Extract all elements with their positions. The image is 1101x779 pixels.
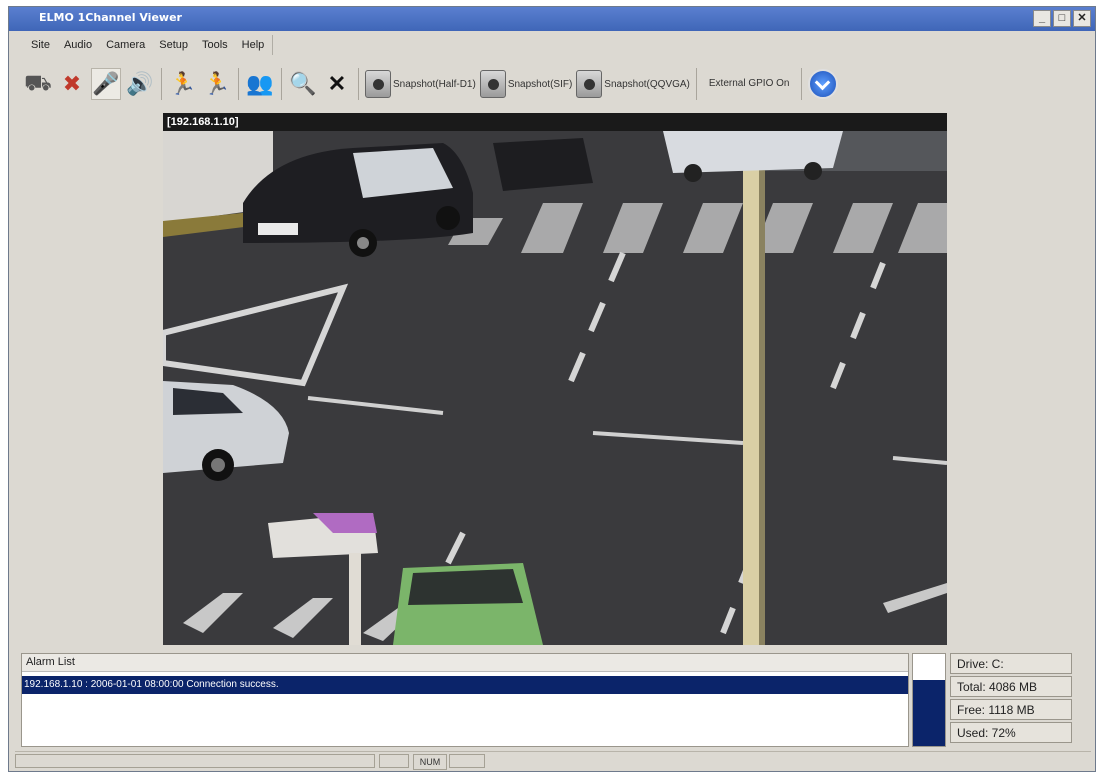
speaker-button[interactable]: 🔊 <box>125 68 155 100</box>
toolbar-separator <box>801 68 803 100</box>
camera-feed <box>163 113 947 645</box>
alarm-list-item[interactable]: 192.168.1.10 : 2006-01-01 08:00:00 Conne… <box>22 676 908 694</box>
magnifier-icon: 🔍 <box>289 71 317 96</box>
disconnect-icon: ✖ <box>62 71 82 96</box>
motion-detect-off-button[interactable]: 🏃 <box>202 68 232 100</box>
snapshot-half-d1-button[interactable]: Snapshot(Half-D1) <box>365 68 476 100</box>
connect-site-button[interactable]: ⛟ <box>23 68 53 100</box>
disconnect-site-button[interactable]: ✖ <box>57 68 87 100</box>
speaker-icon: 🔊 <box>126 71 154 96</box>
drive-free: Free: 1118 MB <box>950 699 1072 720</box>
menu-setup[interactable]: Setup <box>159 35 188 55</box>
status-bar: NUM <box>15 751 1091 770</box>
microphone-icon: 🎤 <box>92 71 120 96</box>
num-lock-indicator: NUM <box>413 754 447 770</box>
disk-usage-meter <box>912 653 946 747</box>
menu-camera[interactable]: Camera <box>106 35 145 55</box>
running-person-icon: 🏃 <box>169 71 197 96</box>
drive-info: Drive: C: Total: 4086 MB Free: 1118 MB U… <box>950 653 1072 743</box>
connect-icon: ⛟ <box>24 69 52 95</box>
menu-help[interactable]: Help <box>242 35 265 55</box>
status-segment <box>15 754 375 768</box>
snapshot-label: Snapshot(QQVGA) <box>604 78 690 90</box>
toolbar-separator <box>238 68 239 100</box>
snapshot-qqvga-button[interactable]: Snapshot(QQVGA) <box>576 68 690 100</box>
drive-used: Used: 72% <box>950 722 1072 743</box>
window-title: ELMO 1Channel Viewer <box>39 11 182 24</box>
expand-arrows-icon: ✕ <box>327 71 347 96</box>
snapshot-sif-button[interactable]: Snapshot(SIF) <box>479 68 573 100</box>
motion-detect-button[interactable]: 🏃 <box>168 68 198 100</box>
restore-button[interactable]: □ <box>1053 10 1071 27</box>
close-button[interactable]: ✕ <box>1073 10 1091 27</box>
app-window: ELMO 1Channel Viewer _ □ ✕ Site Audio Ca… <box>8 6 1096 772</box>
toolbar-separator <box>695 68 697 100</box>
snapshot-label: Snapshot(Half-D1) <box>393 78 476 90</box>
menu-tools[interactable]: Tools <box>202 35 228 55</box>
toolbar-separator <box>281 68 282 100</box>
menu-bar: Site Audio Camera Setup Tools Help <box>31 35 274 55</box>
toolbar: ⛟ ✖ 🎤 🔊 🏃 🏃 👥 🔍 ✕ Snapshot(Half-D1) Snap… <box>23 63 839 105</box>
disk-usage-fill <box>913 679 945 746</box>
microphone-button[interactable]: 🎤 <box>91 68 121 100</box>
drive-name: Drive: C: <box>950 653 1072 674</box>
fullscreen-button[interactable]: ✕ <box>322 68 352 100</box>
alarm-list-panel[interactable]: Alarm List 192.168.1.10 : 2006-01-01 08:… <box>21 653 909 747</box>
menu-site[interactable]: Site <box>31 35 50 55</box>
toolbar-separator <box>358 68 359 100</box>
users-icon: 👥 <box>246 71 274 96</box>
camera-icon <box>365 70 391 98</box>
collapse-icon[interactable] <box>808 69 839 99</box>
toolbar-separator <box>161 68 162 100</box>
alarm-list-header: Alarm List <box>22 654 908 672</box>
users-button[interactable]: 👥 <box>245 68 275 100</box>
video-view[interactable]: [192.168.1.10] <box>163 113 947 645</box>
camera-address-label: [192.168.1.10] <box>163 113 947 131</box>
running-person-off-icon: 🏃 <box>203 71 231 96</box>
drive-total: Total: 4086 MB <box>950 676 1072 697</box>
status-segment <box>379 754 409 768</box>
snapshot-label: Snapshot(SIF) <box>507 78 573 90</box>
status-segment <box>449 754 485 768</box>
external-gpio-button[interactable]: External GPIO On <box>703 68 796 100</box>
camera-icon <box>576 70 603 98</box>
title-bar[interactable]: ELMO 1Channel Viewer _ □ ✕ <box>9 7 1095 31</box>
menu-audio[interactable]: Audio <box>64 35 92 55</box>
zoom-button[interactable]: 🔍 <box>288 68 318 100</box>
camera-icon <box>479 70 506 98</box>
minimize-button[interactable]: _ <box>1033 10 1051 27</box>
